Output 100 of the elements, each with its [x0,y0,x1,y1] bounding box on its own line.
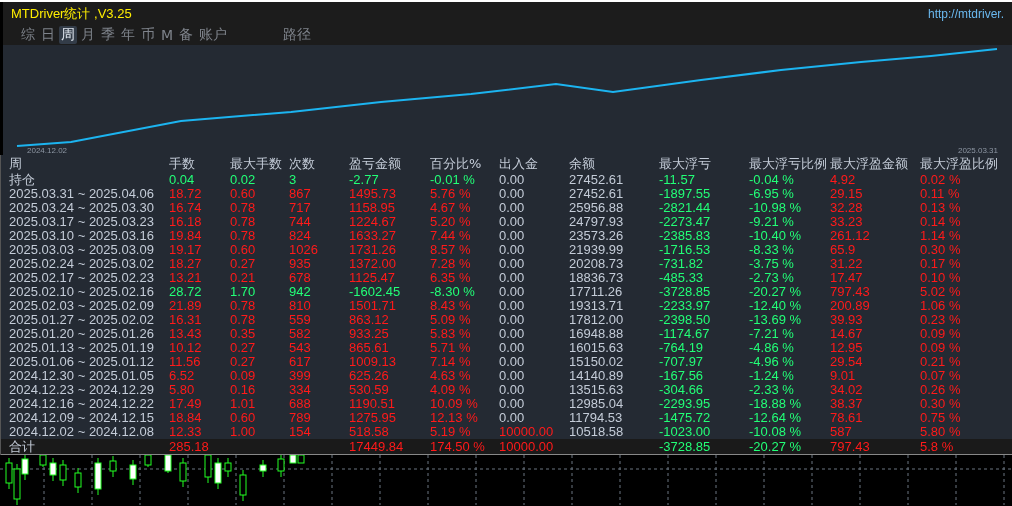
table-cell: 18.72 [169,187,202,201]
table-cell: 0.09 % [920,341,961,355]
site-url[interactable]: http://mtdriver. [927,7,1004,21]
table-cell: 0.00 [499,383,525,397]
period-cell: 2025.02.03 ~ 2025.02.09 [9,299,154,313]
table-cell: 5.02 % [920,285,961,299]
table-cell: -8.33 % [749,243,794,257]
table-cell: 18.27 [169,257,202,271]
candlestick [164,455,172,474]
candlestick [49,457,57,482]
tab[interactable]: 季 [99,26,117,44]
tab[interactable]: 路径 [281,26,314,44]
column-header: 最大浮亏 [659,156,712,172]
tab[interactable]: 周 [59,26,77,44]
table-cell: 1158.95 [349,201,396,215]
table-cell: 17449.84 [349,440,404,454]
tab[interactable]: 年 [119,26,137,44]
table-cell: 559 [289,313,311,327]
table-cell: 942 [289,285,311,299]
table-cell: 16948.88 [569,327,624,341]
table-cell: 5.80 [169,383,195,397]
table-cell: -10.40 % [749,229,802,243]
table-cell: -1897.55 [659,187,711,201]
table-cell: 0.00 [499,187,525,201]
tab[interactable]: 日 [39,26,57,44]
column-header: 最大浮盈金额 [830,156,909,172]
table-cell: 717 [289,201,311,215]
table-cell: 17812.00 [569,313,624,327]
table-cell: 261.12 [830,229,870,243]
table-cell: -2233.97 [659,299,711,313]
table-cell: -8.30 % [430,285,475,299]
table-cell: -2.73 % [749,271,794,285]
table-cell: 34.02 [830,383,863,397]
table-cell: 1.01 [230,397,256,411]
table-cell: 11794.53 [569,411,623,425]
table-cell: 0.00 [499,299,525,313]
table-cell: 1501.71 [349,299,396,313]
axis-label: 2024.12.02 [27,146,68,155]
table-cell: 1275.95 [349,411,396,425]
table-cell: 0.00 [499,201,525,215]
table-cell: 797.43 [830,440,870,454]
tab[interactable]: 账户 [197,26,230,44]
period-cell: 2025.02.17 ~ 2025.02.23 [9,271,154,285]
column-header: 最大手数 [230,156,283,172]
table-cell: 21939.99 [569,243,624,257]
table-cell: 582 [289,327,311,341]
table-cell: -1716.53 [659,243,711,257]
table-cell: 10.09 % [430,397,478,411]
tab[interactable]: M [159,26,176,44]
table-cell: 935 [289,257,311,271]
table-cell: 6.52 [169,369,195,383]
table-cell: -11.57 [659,173,695,187]
period-cell: 2024.12.30 ~ 2025.01.05 [9,369,154,383]
period-cell: 持仓 [9,173,35,187]
candlestick [94,457,102,496]
table-cell: 518.58 [349,425,389,439]
table-cell: 3 [289,173,297,187]
table-cell: 530.59 [349,383,389,397]
table-cell: 0.00 [499,327,525,341]
table-cell: 13.21 [169,271,202,285]
column-header: 手数 [169,156,196,172]
table-cell: -3728.85 [659,440,711,454]
table-cell: 27452.61 [569,187,624,201]
table-cell: 0.00 [499,285,525,299]
table-cell: 12.33 [169,425,202,439]
table-cell: 29.54 [830,355,863,369]
period-cell: 2025.03.17 ~ 2025.03.23 [9,215,154,229]
table-cell: 4.63 % [430,369,471,383]
table-cell: 399 [289,369,311,383]
table-cell: 13.43 [169,327,202,341]
table-cell: 78.61 [830,411,863,425]
table-cell: 5.83 % [430,327,471,341]
table-cell: 1224.67 [349,215,396,229]
table-cell: 17711.26 [569,285,623,299]
table-cell: 5.76 % [430,187,471,201]
tab[interactable]: 月 [79,26,97,44]
table-cell: 1.70 [230,285,256,299]
tab[interactable]: 备 [177,26,196,44]
table-cell: 5.71 % [430,341,471,355]
table-cell: 334 [289,383,311,397]
table-cell: 0.27 [230,257,256,271]
tab[interactable]: 综 [19,26,37,44]
table-cell: -0.04 % [749,173,794,187]
table-cell: 933.25 [349,327,389,341]
period-cell: 2024.12.09 ~ 2024.12.15 [9,411,154,425]
candlestick [214,457,222,490]
table-cell: 789 [289,411,311,425]
table-cell: 0.00 [499,355,525,369]
table-cell: 19.17 [169,243,202,257]
column-header: 次数 [289,156,316,172]
table-cell: 7.44 % [430,229,471,243]
tab[interactable]: 币 [139,26,157,44]
table-cell: 0.26 % [920,383,961,397]
table-cell: 587 [830,425,852,439]
period-cell: 2024.12.16 ~ 2024.12.22 [9,397,154,411]
table-cell: 5.09 % [430,313,471,327]
app-title: MTDriver统计 ,V3.25 [11,5,132,23]
table-cell: 28.72 [169,285,202,299]
table-cell: 17.49 [169,397,202,411]
table-cell: 1190.51 [349,397,396,411]
